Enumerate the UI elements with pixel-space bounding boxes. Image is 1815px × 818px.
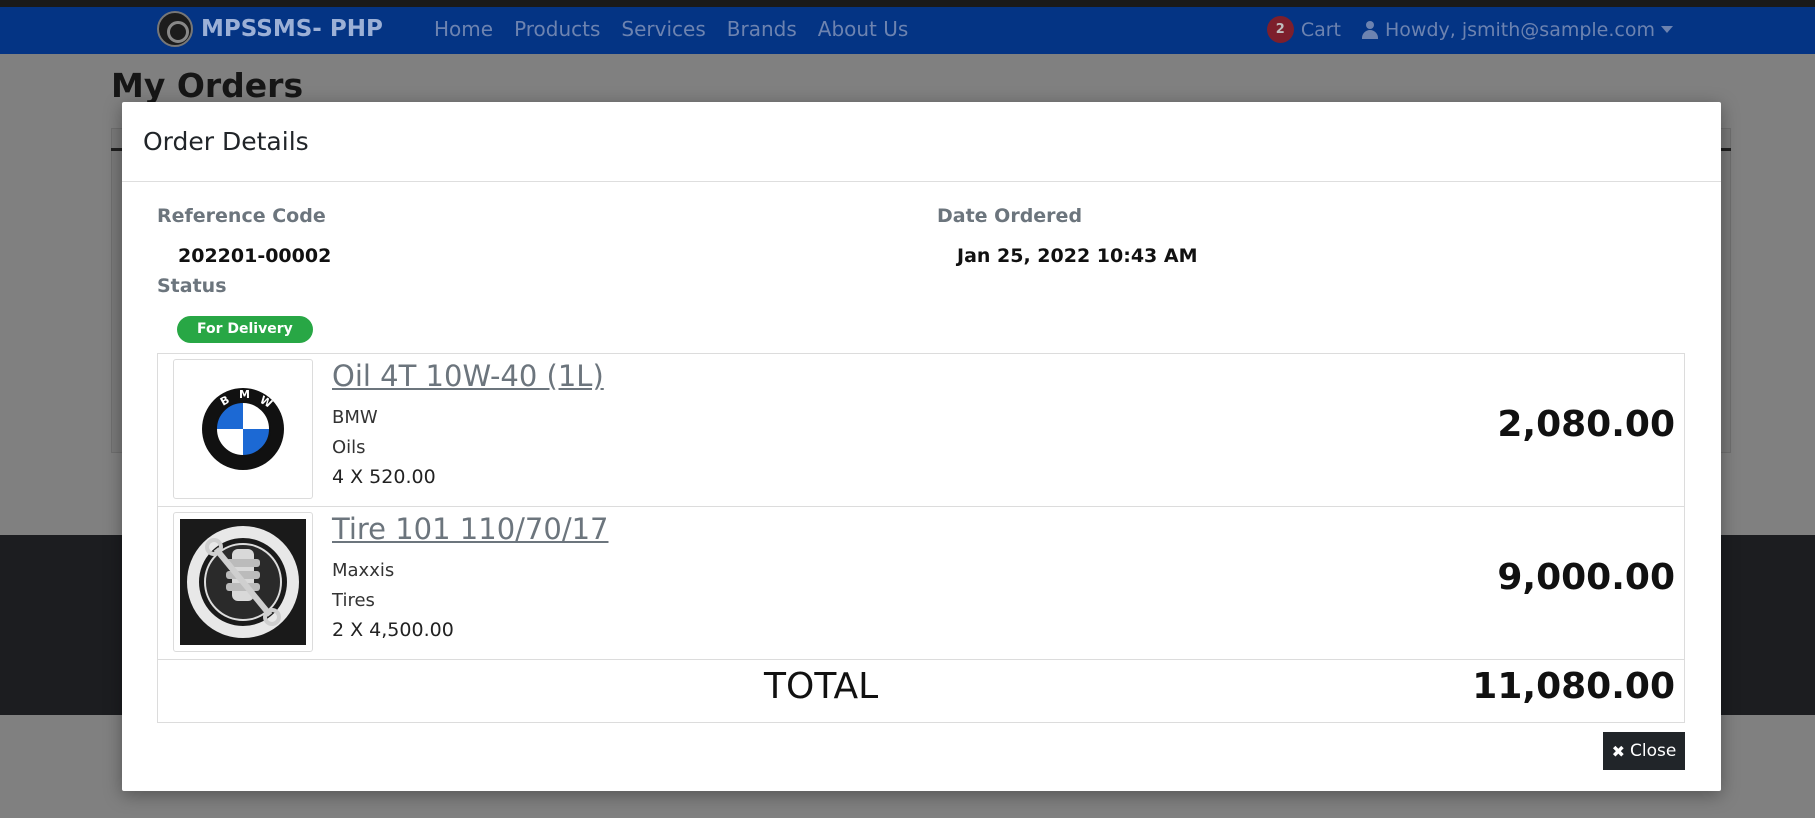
top-strip: [0, 0, 1815, 7]
order-item-row: Tire 101 110/70/17 Maxxis Tires 2 X 4,50…: [158, 507, 1684, 660]
cart-label: Cart: [1300, 18, 1341, 41]
brand[interactable]: MPSSMS- PHP: [157, 11, 383, 47]
nav-link-brands[interactable]: Brands: [727, 17, 797, 41]
date-ordered-label: Date Ordered: [937, 205, 1083, 227]
close-icon: ✖: [1611, 741, 1626, 761]
nav-right: 2 Cart Howdy, jsmith@sample.com: [1266, 16, 1673, 43]
item-category: Oils: [332, 437, 366, 458]
nav-link-about-us[interactable]: About Us: [818, 17, 909, 41]
motorcycle-build-repair-logo-icon: [173, 512, 313, 652]
item-total: 9,000.00: [1497, 557, 1675, 598]
chevron-down-icon: [1661, 26, 1673, 33]
bmw-logo-icon: B M W: [173, 359, 313, 499]
modal-title: Order Details: [143, 127, 309, 156]
item-quantity-price: 2 X 4,500.00: [332, 619, 454, 641]
item-brand: Maxxis: [332, 560, 395, 581]
modal-header: Order Details: [122, 102, 1721, 182]
order-details-modal: Order Details Reference Code 202201-0000…: [122, 102, 1721, 791]
close-button[interactable]: ✖ Close: [1603, 732, 1685, 770]
item-name-link[interactable]: Tire 101 110/70/17: [332, 512, 609, 546]
date-ordered-value: Jan 25, 2022 10:43 AM: [957, 245, 1198, 267]
user-label: Howdy, jsmith@sample.com: [1385, 18, 1655, 41]
cart-count-badge: 2: [1266, 16, 1294, 43]
brand-logo-icon: [157, 11, 193, 47]
close-button-label: Close: [1630, 741, 1677, 761]
brand-text: MPSSMS- PHP: [201, 16, 383, 42]
order-item-row: B M W Oil 4T 10W-40 (1L) BMW Oils 4 X 52…: [158, 354, 1684, 507]
total-value: 11,080.00: [1472, 666, 1675, 707]
order-items-table: B M W Oil 4T 10W-40 (1L) BMW Oils 4 X 52…: [157, 353, 1685, 723]
user-icon: [1361, 20, 1379, 39]
reference-code-value: 202201-00002: [178, 245, 332, 267]
item-category: Tires: [332, 590, 375, 611]
reference-code-label: Reference Code: [157, 205, 326, 227]
nav-link-home[interactable]: Home: [434, 17, 493, 41]
nav-link-products[interactable]: Products: [514, 17, 600, 41]
status-label: Status: [157, 275, 227, 297]
nav-link-services[interactable]: Services: [621, 17, 705, 41]
status-badge: For Delivery: [177, 316, 313, 343]
item-total: 2,080.00: [1497, 404, 1675, 445]
item-name-link[interactable]: Oil 4T 10W-40 (1L): [332, 359, 604, 393]
item-quantity-price: 4 X 520.00: [332, 466, 436, 488]
user-menu[interactable]: Howdy, jsmith@sample.com: [1361, 19, 1673, 41]
cart-link[interactable]: 2 Cart: [1266, 16, 1341, 43]
svg-text:M: M: [239, 388, 250, 401]
navbar: MPSSMS- PHP Home Products Services Brand…: [0, 7, 1815, 54]
total-label: TOTAL: [764, 666, 879, 707]
page-title: My Orders: [111, 66, 304, 105]
order-total-row: TOTAL 11,080.00: [158, 660, 1684, 722]
item-brand: BMW: [332, 407, 378, 428]
nav-links: Home Products Services Brands About Us: [434, 17, 908, 41]
